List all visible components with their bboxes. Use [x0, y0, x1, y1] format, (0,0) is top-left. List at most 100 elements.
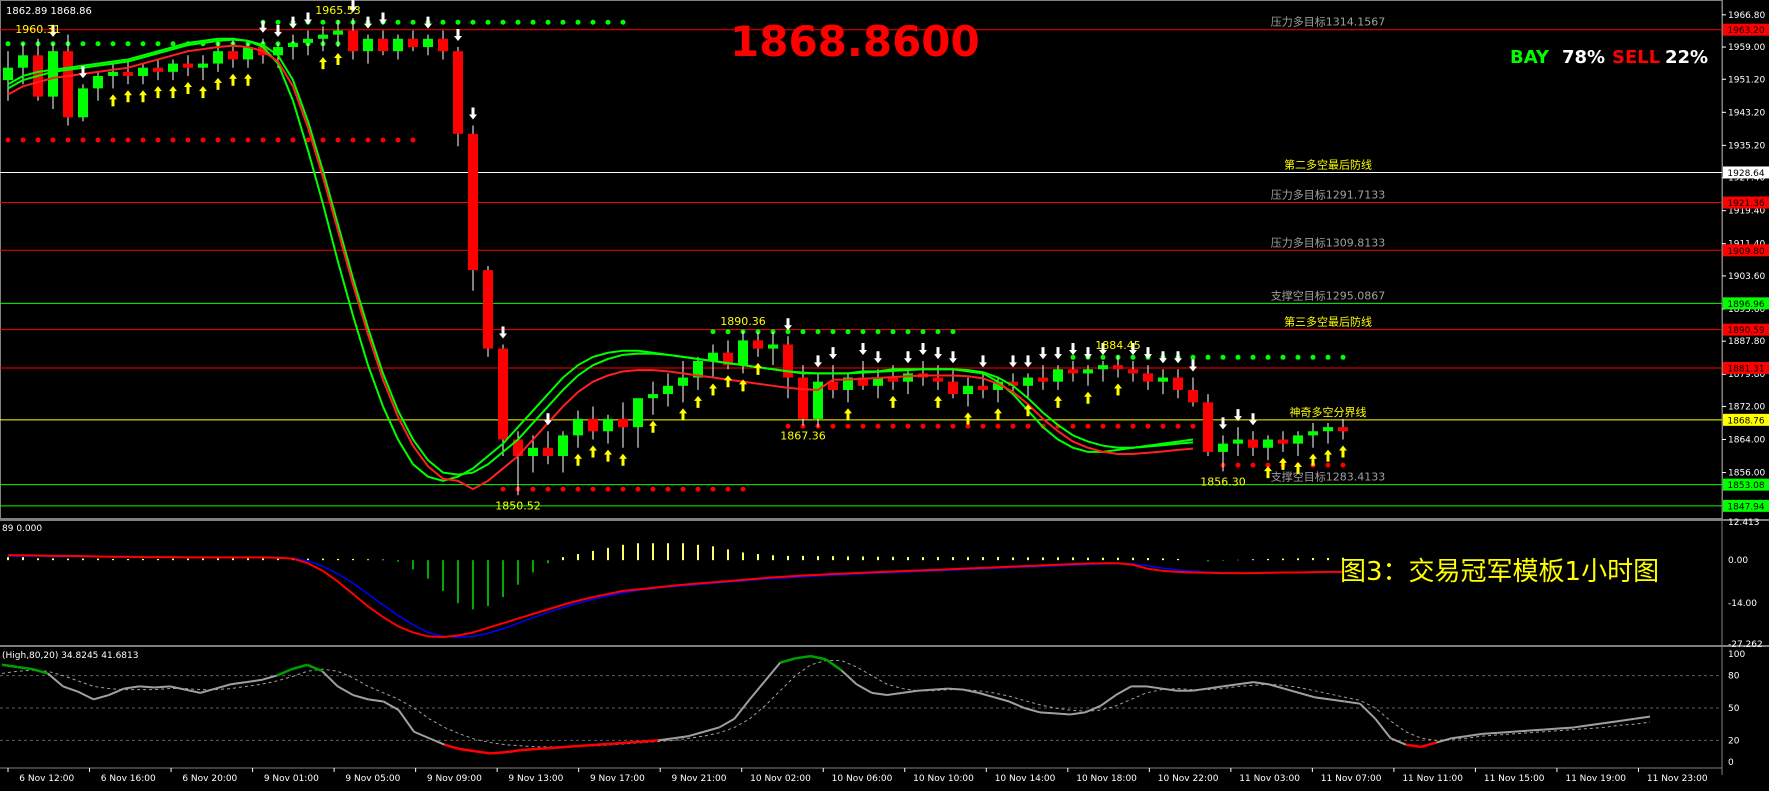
price-tick-label: 1872.00 [1728, 402, 1765, 412]
time-tick-label: 11 Nov 03:00 [1239, 774, 1300, 784]
signal-dot [110, 137, 116, 143]
stoch-main-segment [1604, 719, 1620, 725]
signal-dot [620, 19, 626, 25]
peak-price-label: 1960.31 [15, 23, 61, 36]
candle-body [153, 67, 163, 72]
candle-body [1083, 369, 1093, 374]
ma-slow-line [7, 38, 1194, 476]
sell-arrow-icon [859, 343, 867, 356]
price-tick-label: 1864.00 [1728, 436, 1765, 446]
sell-arrow-icon [979, 355, 987, 368]
signal-dot [140, 137, 146, 143]
peak-price-label: 1867.36 [780, 429, 826, 442]
level-tag-label: 1847.94 [1727, 502, 1764, 512]
level-line-label: 第二多空最后防线 [1284, 157, 1372, 171]
candle-body [183, 63, 193, 68]
signal-dot [410, 19, 416, 25]
trading-chart[interactable]: 1966.801959.001951.201943.201935.201927.… [0, 0, 1769, 791]
price-tick-label: 1903.60 [1728, 272, 1765, 282]
stoch-main-segment [428, 737, 445, 746]
stoch-tick-label: 0 [1728, 758, 1734, 768]
signal-dot [995, 423, 1001, 429]
signal-dot [725, 329, 731, 335]
stoch-main-segment [1, 663, 18, 669]
stoch-main-segment [139, 685, 155, 689]
stoch-main-segment [1085, 704, 1102, 714]
candle-body [1248, 439, 1258, 448]
candle-body [618, 418, 628, 428]
signal-dot [650, 486, 656, 492]
signal-dot [1235, 354, 1241, 360]
level-tag-label: 1881.31 [1727, 364, 1764, 374]
stoch-main-segment [215, 683, 232, 690]
stoch-main-segment [1573, 724, 1590, 729]
stoch-main-segment [123, 685, 140, 690]
signal-dot [680, 486, 686, 492]
sell-arrow-icon [274, 24, 282, 37]
price-tick-label: 1966.80 [1728, 11, 1765, 21]
stoch-main-segment [612, 741, 628, 745]
signal-dot [335, 137, 341, 143]
stochastic-panel[interactable]: (High,80,20) 34.8245 41.6813 100 80 50 20 0 [0, 650, 1745, 768]
signal-dot [950, 423, 956, 429]
stoch-main-segment [291, 663, 308, 671]
candle-body [933, 377, 943, 382]
time-tick-label: 6 Nov 16:00 [101, 774, 156, 784]
level-tag-label: 1890.59 [1727, 326, 1764, 336]
stoch-main-segment [733, 698, 751, 720]
signal-dot [920, 329, 926, 335]
candle-body [483, 270, 493, 349]
candle-body [108, 71, 118, 76]
stoch-main-segment [1314, 696, 1330, 701]
peak-price-label: 1850.52 [495, 499, 541, 512]
stoch-tick-label: 100 [1728, 650, 1745, 660]
candle-body [1158, 377, 1168, 382]
time-tick-label: 10 Nov 22:00 [1158, 774, 1219, 784]
stoch-main-segment [856, 683, 873, 694]
candle-body [798, 377, 808, 419]
signal-dot [320, 19, 326, 25]
stoch-main-segment [917, 688, 933, 692]
sell-arrow-icon [454, 29, 462, 42]
signal-dot [575, 486, 581, 492]
candle-body [93, 75, 103, 89]
price-tick-label: 1959.00 [1728, 43, 1765, 53]
main-price-panel[interactable]: 1966.801959.001951.201943.201935.201927.… [0, 0, 1769, 775]
candle-body [1338, 427, 1348, 432]
stoch-main-segment [1390, 737, 1407, 746]
time-tick-label: 11 Nov 11:00 [1402, 774, 1463, 784]
candle-body [1278, 439, 1288, 444]
signal-dot [260, 137, 266, 143]
signal-dot [1250, 354, 1256, 360]
candle-body [948, 381, 958, 395]
signal-dot [140, 41, 146, 47]
stoch-main-segment [1192, 687, 1208, 692]
signal-dot [170, 41, 176, 47]
buy-arrow-icon [844, 408, 852, 421]
signal-dot [950, 329, 956, 335]
stoch-main-segment [1543, 727, 1559, 731]
signal-dot [1280, 354, 1286, 360]
time-tick-label: 11 Nov 07:00 [1321, 774, 1382, 784]
bay-percent: 78% [1562, 47, 1605, 68]
signal-dot [725, 486, 731, 492]
candle-body [78, 88, 88, 118]
sell-arrow-icon [469, 107, 477, 120]
candle-body [63, 51, 73, 118]
stoch-main-segment [169, 685, 186, 691]
signal-dot [935, 423, 941, 429]
candle-body [423, 38, 433, 48]
stoch-main-segment [413, 730, 430, 740]
signal-dot [710, 486, 716, 492]
sell-arrow-icon [934, 347, 942, 360]
candle-body [453, 51, 463, 134]
stoch-tick-label: 50 [1728, 704, 1740, 714]
signal-dot [620, 486, 626, 492]
candle-body [1128, 369, 1138, 374]
stoch-main-segment [382, 700, 400, 712]
stoch-main-segment [1619, 717, 1635, 722]
signal-dot [665, 486, 671, 492]
level-tag-label: 1963.20 [1727, 26, 1764, 36]
buy-arrow-icon [229, 73, 237, 86]
stoch-main-segment [948, 687, 964, 691]
